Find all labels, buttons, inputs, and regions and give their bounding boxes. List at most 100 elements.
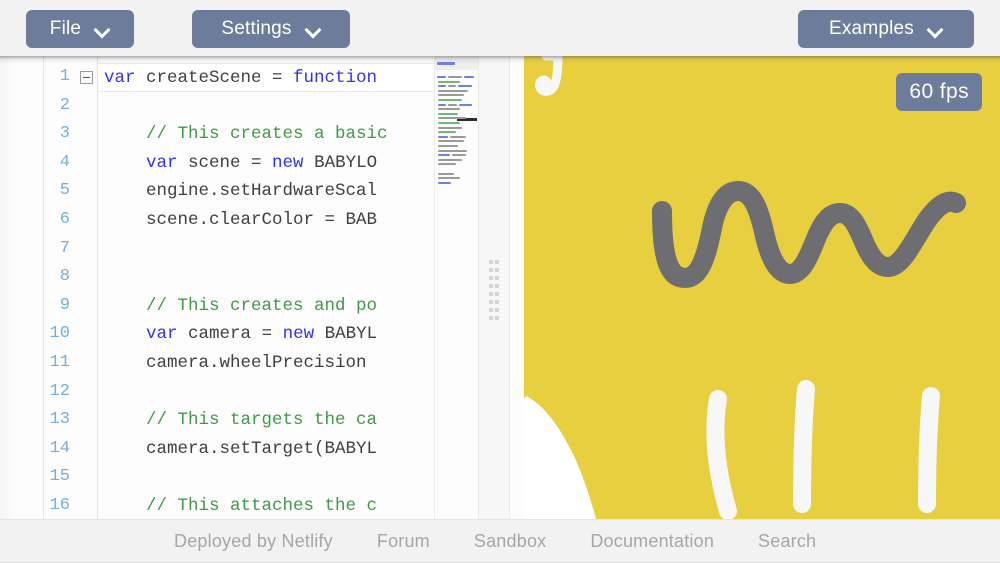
code-text: camera.wheelPrecision [104, 353, 378, 373]
minimap-code-line [448, 103, 457, 106]
code-comment: // This creates a basic [104, 124, 388, 145]
code-text: createScene = [146, 68, 294, 88]
code-line[interactable]: // This attaches the c [98, 492, 434, 519]
code-line[interactable] [98, 92, 434, 121]
grip-dot [495, 299, 499, 304]
minimap-code-line [438, 145, 458, 147]
editor-left-edge [0, 56, 14, 519]
grip-dot [495, 275, 499, 280]
main-area: 1 2 3 4 5 6 7 8 9 10 11 12 13 14 15 16 var createScene … [0, 56, 1000, 519]
minimap-code-line [438, 112, 458, 115]
grip-dot [489, 307, 493, 312]
footer-link-documentation[interactable]: Documentation [590, 531, 714, 552]
code-line[interactable]: engine.setHardwareScal [98, 177, 434, 206]
toolbar: File Settings Examples [0, 0, 1000, 56]
chevron-down-icon [928, 22, 943, 37]
footer-links: Deployed by Netlify Forum Sandbox Documenta… [0, 531, 816, 552]
code-line[interactable]: var camera = new BABYL [98, 320, 434, 349]
minimap-code-line [438, 172, 454, 175]
code-text: engine.setHardwareScal [104, 181, 378, 202]
code-keyword: function [293, 68, 378, 88]
code-text: scene.clearColor = BAB [104, 210, 378, 230]
minimap-code-line [438, 163, 456, 166]
minimap-code-line [437, 76, 446, 78]
minimap-code-line [438, 181, 451, 184]
render-canvas-pane[interactable]: 60 fps [510, 56, 1000, 519]
grip-dot [495, 315, 499, 320]
fps-counter: 60 fps [896, 73, 982, 111]
minimap-code-line [438, 89, 468, 92]
code-line[interactable]: var createScene = function [98, 63, 434, 92]
editor-minimap[interactable] [434, 56, 478, 519]
grip-dot [489, 315, 493, 320]
grip-dot [489, 299, 493, 304]
minimap-code-line [438, 140, 464, 143]
minimap-code-line [464, 76, 474, 78]
code-keyword: var [146, 152, 178, 173]
code-text: camera = [177, 324, 283, 345]
code-keyword: var [104, 68, 147, 88]
code-text: BABYLO [303, 152, 378, 173]
code-line[interactable]: var scene = new BABYLO [98, 149, 434, 178]
footer-link-search[interactable]: Search [758, 531, 816, 552]
footer-link-sandbox[interactable]: Sandbox [474, 531, 546, 552]
file-menu-button[interactable]: File [26, 10, 134, 48]
code-line[interactable]: // This creates a basic [98, 120, 434, 149]
code-line[interactable]: // This creates and po [98, 292, 434, 321]
file-menu-label: File [49, 17, 82, 39]
line-number-gutter: 1 2 3 4 5 6 7 8 9 10 11 12 13 14 15 16 [0, 56, 98, 519]
minimap-code-line [438, 94, 464, 97]
settings-menu-label: Settings [221, 17, 292, 39]
code-line[interactable] [98, 378, 434, 407]
examples-menu-label: Examples [828, 17, 915, 39]
grip-dot [489, 259, 493, 264]
playground-root: File Settings Examples 1 2 3 4 5 6 7 8 9 10 11 12 13… [0, 0, 1000, 563]
chevron-down-icon [95, 22, 110, 37]
minimap-code-line [459, 103, 472, 106]
minimap-code-line [438, 108, 460, 111]
footer-link-deployed-by-netlify[interactable]: Deployed by Netlify [174, 531, 333, 552]
footer-link-forum[interactable]: Forum [377, 531, 430, 552]
code-text: camera.setTarget(BABYL [104, 438, 378, 459]
minimap-code-line [438, 131, 456, 134]
minimap-code-line [438, 154, 450, 157]
drag-handle-dots-icon[interactable] [489, 259, 499, 320]
settings-menu-button[interactable]: Settings [192, 10, 350, 48]
code-comment: // This attaches the c [104, 496, 378, 516]
grip-dot [489, 283, 493, 288]
minimap-code-line [452, 154, 466, 157]
grip-dot [495, 283, 499, 288]
minimap-code-line [438, 149, 467, 152]
minimap-first-line [437, 62, 455, 65]
code-line[interactable] [98, 463, 434, 492]
code-line[interactable] [98, 263, 434, 292]
code-line[interactable]: // This targets the ca [98, 406, 434, 435]
minimap-code-line [438, 99, 462, 101]
code-comment: // This creates and po [104, 295, 378, 316]
code-editor-pane[interactable]: 1 2 3 4 5 6 7 8 9 10 11 12 13 14 15 16 var createScene … [0, 56, 492, 519]
pane-splitter[interactable] [478, 56, 510, 519]
code-line[interactable]: camera.wheelPrecision [98, 349, 434, 378]
minimap-code-line [438, 80, 460, 83]
examples-menu-button[interactable]: Examples [798, 10, 974, 48]
code-line[interactable]: camera.setTarget(BABYL [98, 435, 434, 464]
babylon-canvas[interactable] [510, 56, 1000, 519]
white-bar-3-stroke [918, 387, 940, 513]
chevron-down-icon [306, 22, 321, 37]
white-bar-2-stroke [793, 380, 815, 513]
code-line[interactable]: scene.clearColor = BAB [98, 206, 434, 235]
minimap-code-line [458, 85, 472, 88]
code-comment: // This targets the ca [104, 410, 378, 431]
minimap-code-line [438, 177, 460, 180]
minimap-divider [43, 56, 44, 519]
code-text: BABYL [314, 324, 378, 345]
code-text-area[interactable]: var createScene = function // This creat… [98, 56, 434, 519]
fold-toggle-icon[interactable] [80, 71, 93, 84]
code-line[interactable] [98, 235, 434, 264]
minimap-code-line [448, 76, 462, 78]
code-text: scene = [177, 152, 273, 173]
grip-dot [495, 259, 499, 264]
minimap-code-line [450, 135, 466, 138]
